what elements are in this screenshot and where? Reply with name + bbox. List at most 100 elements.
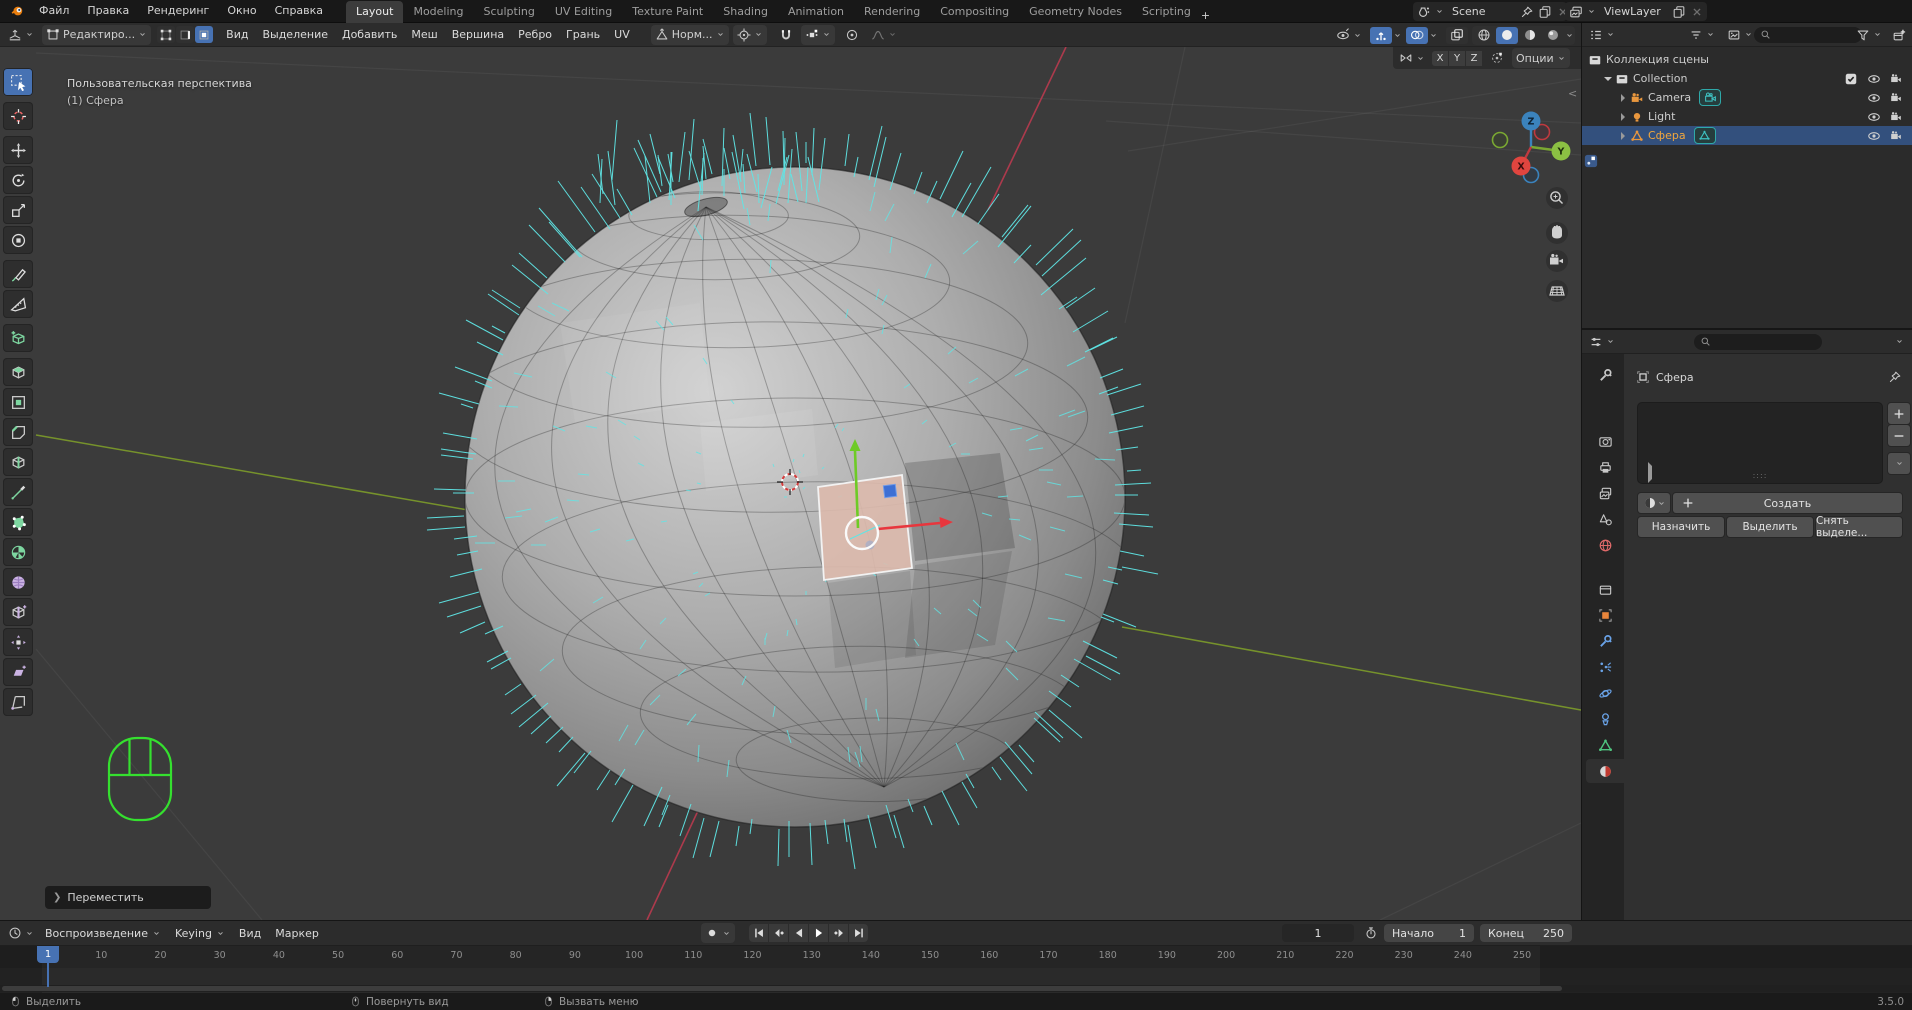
prev-keyframe-button[interactable]	[769, 924, 788, 942]
tool-button-measure[interactable]	[3, 290, 33, 318]
new-layer-icon[interactable]	[1672, 5, 1686, 19]
properties-tab-object-data[interactable]	[1586, 733, 1624, 757]
tool-button-spin[interactable]	[3, 538, 33, 566]
add-workspace-button[interactable]: +	[1201, 9, 1210, 22]
tool-button-shear[interactable]	[3, 658, 33, 686]
overlays-toggle[interactable]	[1406, 27, 1428, 44]
object-name[interactable]: Сфера	[1648, 129, 1686, 142]
topbar-menu[interactable]: Правка	[78, 0, 138, 22]
hide-eye-icon[interactable]	[1867, 110, 1881, 124]
tool-button-rip-region[interactable]	[3, 688, 33, 716]
shading-material-button[interactable]	[1519, 27, 1541, 44]
shading-solid-button[interactable]	[1496, 27, 1518, 44]
remove-slot-button[interactable]	[1888, 425, 1910, 446]
object-name[interactable]: Camera	[1648, 91, 1691, 104]
navigation-gizmo[interactable]: ZYX	[1480, 73, 1580, 313]
properties-tab-modifiers[interactable]	[1586, 629, 1624, 653]
outliner-row-camera[interactable]: Camera	[1582, 88, 1912, 107]
properties-editor-type-button[interactable]	[1585, 332, 1619, 352]
hide-eye-icon[interactable]	[1867, 91, 1881, 105]
topbar-menu[interactable]: Справка	[266, 0, 332, 22]
tool-button-annotate[interactable]	[3, 260, 33, 288]
properties-tab-object[interactable]	[1586, 603, 1624, 627]
workspace-tab[interactable]: Layout	[346, 1, 403, 23]
mirror-axis-button[interactable]: Y	[1449, 51, 1465, 66]
jump-start-button[interactable]	[749, 924, 768, 942]
hide-eye-icon[interactable]	[1867, 72, 1881, 86]
timeline-menu[interactable]: Воспроизведение	[38, 927, 168, 940]
tool-button-bevel[interactable]	[3, 418, 33, 446]
visibility-dropdown[interactable]	[1332, 25, 1366, 45]
chevron-down-icon[interactable]	[1429, 31, 1438, 40]
new-collection-button[interactable]	[1888, 25, 1910, 45]
workspace-tab[interactable]: Rendering	[854, 1, 930, 23]
mirror-axis-button[interactable]: X	[1432, 51, 1448, 66]
frame-end-field[interactable]: Конец250	[1480, 924, 1572, 942]
outliner-funnel-dropdown[interactable]	[1852, 25, 1886, 45]
viewlayer-selector[interactable]: ViewLayer	[1565, 2, 1707, 21]
pin-icon[interactable]	[1888, 370, 1902, 384]
chevron-down-icon[interactable]	[1565, 31, 1574, 40]
assign-button[interactable]: Назначить	[1638, 517, 1724, 537]
mirror-dropdown[interactable]	[1395, 48, 1429, 68]
frame-start-field[interactable]: Начало1	[1384, 924, 1474, 942]
chevron-down-icon[interactable]	[1393, 31, 1402, 40]
xray-toggle[interactable]	[1446, 27, 1468, 44]
timeline-menu[interactable]: Вид	[232, 927, 268, 940]
resize-grip[interactable]: ::::	[1753, 471, 1768, 480]
properties-options-icon[interactable]	[1895, 337, 1904, 346]
collection-checkbox[interactable]	[1844, 72, 1858, 86]
editor-type-button[interactable]	[4, 25, 38, 45]
scene-selector[interactable]: Scene	[1413, 2, 1567, 21]
deselect-button[interactable]: Снять выделе...	[1816, 517, 1902, 537]
tool-button-poly-build[interactable]	[3, 508, 33, 536]
blender-logo-icon[interactable]	[4, 2, 30, 20]
new-scene-icon[interactable]	[1538, 5, 1552, 19]
tool-button-shrink-fatten[interactable]	[3, 628, 33, 656]
viewport-menu[interactable]: Грань	[559, 28, 607, 41]
properties-tab-scene[interactable]	[1586, 507, 1624, 531]
render-visibility-icon[interactable]	[1889, 110, 1903, 124]
workspace-tab[interactable]: Shading	[713, 1, 778, 23]
hide-eye-icon[interactable]	[1867, 129, 1881, 143]
outliner-filter-dropdown[interactable]	[1685, 25, 1719, 45]
snap-falloff-button[interactable]	[1486, 48, 1508, 68]
properties-search-input[interactable]	[1694, 334, 1822, 350]
play-button[interactable]	[809, 924, 828, 942]
shading-rendered-button[interactable]	[1542, 27, 1564, 44]
viewport-menu[interactable]: Ребро	[511, 28, 559, 41]
topbar-menu[interactable]: Файл	[30, 0, 78, 22]
face-select-button[interactable]	[195, 26, 213, 43]
outliner-search-input[interactable]	[1754, 27, 1862, 43]
tool-button-knife[interactable]	[3, 478, 33, 506]
tool-button-tweak-select[interactable]	[3, 68, 33, 96]
properties-tab-particles[interactable]	[1586, 655, 1624, 679]
render-visibility-icon[interactable]	[1889, 129, 1903, 143]
next-keyframe-button[interactable]	[829, 924, 848, 942]
vertex-select-button[interactable]	[157, 26, 175, 43]
current-frame-field[interactable]: 1	[1282, 924, 1354, 942]
workspace-tab[interactable]: Scripting	[1132, 1, 1201, 23]
browse-material-dropdown[interactable]	[1638, 493, 1670, 513]
workspace-tab[interactable]: Modeling	[403, 1, 473, 23]
workspace-tab[interactable]: Compositing	[930, 1, 1019, 23]
viewport-menu[interactable]: Выделение	[255, 28, 335, 41]
viewport-scene[interactable]	[0, 23, 1581, 920]
viewport-menu[interactable]: UV	[607, 28, 637, 41]
scene-name[interactable]: Scene	[1448, 5, 1516, 18]
viewport-3d[interactable]: Редактиро... ВидВыделениеДобавитьМешВерш…	[0, 23, 1581, 920]
properties-tab-view-layer[interactable]	[1586, 481, 1624, 505]
workspace-tab[interactable]: Sculpting	[474, 1, 545, 23]
jump-end-button[interactable]	[849, 924, 868, 942]
transform-orientation-dropdown[interactable]: Норм...	[651, 25, 729, 45]
add-slot-button[interactable]	[1888, 403, 1910, 424]
proportional-falloff-dropdown[interactable]	[867, 25, 901, 45]
viewlayer-name[interactable]: ViewLayer	[1600, 5, 1668, 18]
operator-panel[interactable]: ❯ Переместить	[45, 886, 211, 909]
options-dropdown[interactable]: Опции	[1512, 48, 1570, 68]
object-name[interactable]: Коллекция сцены	[1606, 53, 1709, 66]
pivot-point-dropdown[interactable]	[733, 25, 767, 45]
viewport-menu[interactable]: Меш	[404, 28, 444, 41]
playhead[interactable]: 1	[37, 946, 59, 963]
sidebar-toggle-icon[interactable]: <	[1568, 87, 1577, 100]
